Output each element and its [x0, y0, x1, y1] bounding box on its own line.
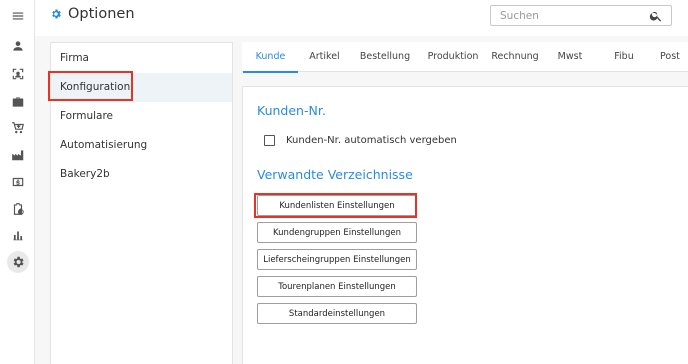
gear-icon[interactable]: [6, 251, 29, 273]
auto-number-label[interactable]: Kunden-Nr. automatisch vergeben: [286, 135, 457, 146]
settings-nav-item[interactable]: [0, 249, 35, 275]
tab-rechnung[interactable]: Rechnung: [486, 42, 544, 72]
kunde-settings-panel: Kunden-Nr. Kunden-Nr. automatisch vergeb…: [242, 86, 688, 364]
menu-item-firma[interactable]: Firma: [51, 44, 232, 73]
clipboard-clock-icon[interactable]: [0, 196, 35, 222]
tab-mwst[interactable]: Mwst: [548, 42, 592, 72]
briefcase-icon[interactable]: [0, 89, 35, 115]
search-box[interactable]: [490, 5, 672, 26]
options-menu: Firma Konfiguration Formulare Automatisi…: [50, 42, 233, 364]
factory-icon[interactable]: [0, 142, 35, 168]
page-title: Optionen: [68, 6, 135, 22]
menu-item-konfiguration[interactable]: Konfiguration: [51, 73, 232, 102]
tab-kunde[interactable]: Kunde: [243, 42, 298, 73]
tab-fibu[interactable]: Fibu: [600, 42, 648, 72]
section-title-kunden-nr: Kunden-Nr.: [257, 103, 326, 118]
bar-chart-icon[interactable]: [0, 222, 35, 248]
kundengruppen-settings-button[interactable]: Kundengruppen Einstellungen: [257, 222, 417, 243]
cart-icon[interactable]: [0, 115, 35, 141]
tab-post[interactable]: Post: [660, 42, 688, 72]
search-icon[interactable]: [649, 9, 663, 23]
page-header: Optionen: [35, 0, 688, 36]
tab-produktion[interactable]: Produktion: [422, 42, 484, 72]
tab-bar: Kunde Artikel Bestellung Produktion Rech…: [242, 42, 688, 73]
kundenlisten-settings-button[interactable]: Kundenlisten Einstellungen: [257, 195, 417, 216]
invoice-icon[interactable]: [0, 169, 35, 195]
menu-item-formulare[interactable]: Formulare: [51, 102, 232, 131]
section-title-verwandte: Verwandte Verzeichnisse: [257, 167, 413, 182]
person-icon[interactable]: [0, 33, 35, 59]
tab-artikel[interactable]: Artikel: [302, 42, 347, 72]
page-title-wrap: Optionen: [50, 6, 135, 22]
icon-rail: [0, 0, 35, 364]
gear-icon: [52, 9, 61, 19]
lieferscheingruppen-settings-button[interactable]: Lieferscheingruppen Einstellungen: [257, 249, 417, 270]
tourenplanen-settings-button[interactable]: Tourenplanen Einstellungen: [257, 276, 417, 297]
scan-icon[interactable]: [0, 61, 35, 87]
auto-number-checkbox[interactable]: [264, 135, 275, 146]
auto-number-row[interactable]: Kunden-Nr. automatisch vergeben: [264, 135, 457, 146]
menu-item-automatisierung[interactable]: Automatisierung: [51, 131, 232, 160]
tab-bestellung[interactable]: Bestellung: [354, 42, 416, 72]
standard-settings-button[interactable]: Standardeinstellungen: [257, 303, 417, 324]
menu-item-bakery2b[interactable]: Bakery2b: [51, 160, 232, 189]
menu-icon[interactable]: [0, 3, 35, 29]
search-input[interactable]: [500, 8, 640, 24]
